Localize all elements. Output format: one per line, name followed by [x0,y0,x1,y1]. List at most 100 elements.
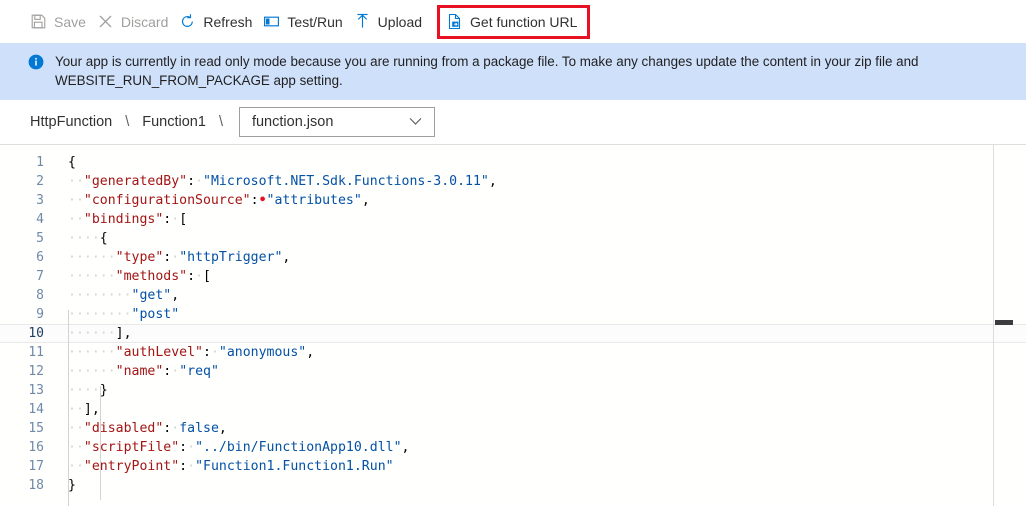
line-number: 9 [36,307,44,322]
line-content: ······"name":·"req" [57,362,1026,381]
upload-button[interactable]: Upload [352,7,431,37]
breadcrumb-app-name[interactable]: HttpFunction [28,114,114,130]
code-line[interactable]: 13 ····} [0,381,1026,400]
code-line[interactable]: 6 ······"type":·"httpTrigger", [0,248,1026,267]
line-number: 6 [36,250,44,265]
refresh-button[interactable]: Refresh [177,7,261,37]
code-line[interactable]: 14 ··], [0,400,1026,419]
line-content: ········"get", [57,286,1026,305]
code-token: "get" [131,288,172,303]
code-token: : [187,269,196,284]
breadcrumb-function-name[interactable]: Function1 [140,114,208,130]
code-token: : [250,193,259,208]
line-number: 18 [28,478,44,493]
code-line[interactable]: 4 ··"bindings":·[ [0,210,1026,229]
code-token: : [202,345,211,360]
get-url-page-icon [446,13,463,30]
code-token: ······ [68,269,116,284]
code-line[interactable]: 1{ [0,153,1026,172]
code-token: ·· [68,459,84,474]
line-content: ··"entryPoint":·"Function1.Function1.Run… [57,457,1026,476]
line-content: ··"scriptFile":·"../bin/FunctionApp10.dl… [57,438,1026,457]
line-number: 13 [28,383,44,398]
code-line[interactable]: 9 ········"post" [0,305,1026,324]
code-token: "type" [115,250,164,265]
code-token: , [361,193,370,208]
indent-guide-level-1 [68,310,69,506]
line-number: 5 [36,231,44,246]
code-token: : [187,174,196,189]
editor-right-ruler [993,145,994,506]
code-token: ·· [68,212,84,227]
line-number: 1 [36,155,44,170]
code-line[interactable]: 12 ······"name":·"req" [0,362,1026,381]
code-token: "name" [115,364,164,379]
code-line[interactable]: 15 ··"disabled":·false, [0,419,1026,438]
code-lines[interactable]: 1{2 ··"generatedBy":·"Microsoft.NET.Sdk.F… [0,153,1026,495]
code-token: ······ [68,250,116,265]
line-content: ······"type":·"httpTrigger", [57,248,1026,267]
code-line[interactable]: 2 ··"generatedBy":·"Microsoft.NET.Sdk.Fun… [0,172,1026,191]
code-token: · [171,364,180,379]
test-run-icon [263,13,280,30]
line-number: 8 [36,288,44,303]
code-token: "Function1.Function1.Run" [195,459,394,474]
refresh-button-label: Refresh [203,13,253,30]
discard-button: Discard [95,7,177,37]
code-token: · [187,440,196,455]
code-token: "methods" [115,269,188,284]
code-token: { [68,155,76,170]
code-token: "scriptFile" [83,440,180,455]
code-line[interactable]: 11 ······"authLevel":·"anonymous", [0,343,1026,362]
code-token: · [171,421,180,436]
command-toolbar: Save Discard Refresh Test/Run Upload Get… [0,0,1026,43]
code-token: ·· [68,440,84,455]
line-number: 7 [36,269,44,284]
code-editor[interactable]: 1{2 ··"generatedBy":·"Microsoft.NET.Sdk.F… [0,145,1026,506]
line-content: ····{ [57,229,1026,248]
editor-top-edge [0,145,1026,146]
get-function-url-button[interactable]: Get function URL [444,7,581,37]
line-content: { [57,153,1026,172]
code-token: , [401,440,410,455]
line-number: 3 [36,193,44,208]
code-line[interactable]: 10 ······], [0,324,1026,343]
test-run-button-label: Test/Run [287,13,343,30]
code-token: "attributes" [266,193,362,208]
code-token: "req" [179,364,219,379]
indent-guide-level-2 [100,386,101,500]
code-line[interactable]: 8 ········"get", [0,286,1026,305]
code-token: ], [83,402,100,417]
line-number: 15 [28,421,44,436]
code-token: ·· [68,174,84,189]
discard-button-label: Discard [120,13,169,30]
code-line[interactable]: 3 ··"configurationSource":•"attributes", [0,191,1026,210]
code-token: "disabled" [83,421,164,436]
code-line[interactable]: 17 ··"entryPoint":·"Function1.Function1.R… [0,457,1026,476]
test-run-button[interactable]: Test/Run [261,7,351,37]
code-token: , [171,288,180,303]
code-token: · [210,345,219,360]
code-line[interactable]: 5 ····{ [0,229,1026,248]
code-token: ·· [68,421,84,436]
line-number: 12 [28,364,44,379]
code-token: false [179,421,219,436]
code-token: · [195,174,204,189]
code-token: , [218,421,227,436]
code-token: "generatedBy" [83,174,188,189]
code-token: [ [203,269,211,284]
code-line[interactable]: 7 ······"methods":·[ [0,267,1026,286]
upload-arrow-icon [354,13,371,30]
code-token: ········ [68,288,132,303]
banner-message: Your app is currently in read only mode … [55,54,919,88]
code-token: • [258,193,267,208]
code-line[interactable]: 18} [0,476,1026,495]
code-line[interactable]: 16 ··"scriptFile":·"../bin/FunctionApp10.… [0,438,1026,457]
code-token: ···· [68,383,100,398]
line-content: ····} [57,381,1026,400]
code-token: , [306,345,315,360]
code-token: , [488,174,497,189]
line-content: ········"post" [57,305,1026,324]
file-select-dropdown[interactable]: function.json [238,107,435,137]
line-number: 17 [28,459,44,474]
